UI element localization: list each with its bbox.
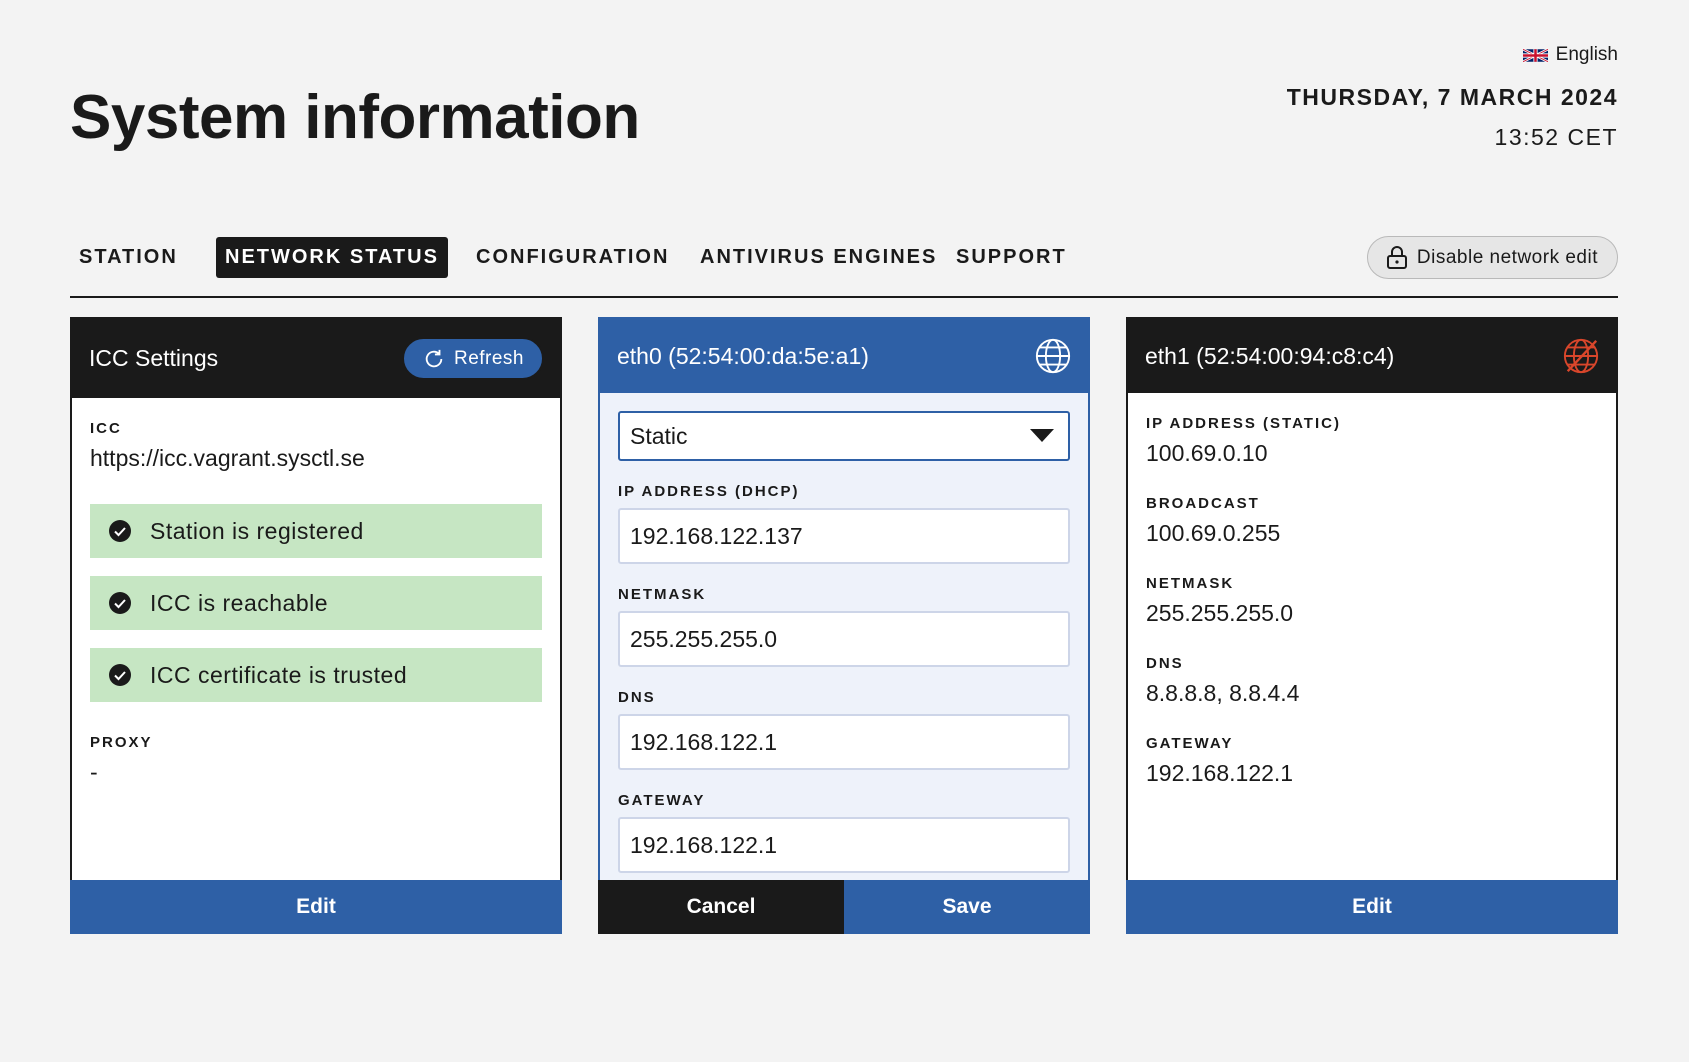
page-header: System information English THURSDAY, 7 M… <box>70 0 1618 200</box>
eth1-broadcast-value: 100.69.0.255 <box>1146 520 1281 546</box>
lock-open-icon <box>1386 245 1407 269</box>
check-circle-icon <box>109 592 131 614</box>
icc-card-body: ICC https://icc.vagrant.sysctl.se Statio… <box>72 398 560 786</box>
icc-label: ICC <box>90 420 122 437</box>
eth1-ip-value: 100.69.0.10 <box>1146 440 1268 466</box>
check-circle-icon <box>109 520 131 542</box>
eth1-card: eth1 (52:54:00:94:c8:c4) IP ADDRESS (STA… <box>1126 317 1618 934</box>
chevron-down-icon <box>1030 429 1054 442</box>
eth0-dns-input[interactable] <box>618 714 1070 770</box>
eth1-netmask-block: NETMASK 255.255.255.0 <box>1146 575 1598 627</box>
proxy-value: - <box>90 759 98 785</box>
eth0-card-footer: Cancel Save <box>598 880 1090 934</box>
eth1-gateway-block: GATEWAY 192.168.122.1 <box>1146 735 1598 787</box>
eth0-netmask-input[interactable] <box>618 611 1070 667</box>
save-button[interactable]: Save <box>844 880 1090 934</box>
cancel-button[interactable]: Cancel <box>598 880 844 934</box>
icc-card-header: ICC Settings Refresh <box>72 319 560 398</box>
eth1-dns-value: 8.8.8.8, 8.8.4.4 <box>1146 680 1300 706</box>
proxy-label: PROXY <box>90 734 153 751</box>
refresh-icon <box>425 349 443 367</box>
eth0-card-title: eth0 (52:54:00:da:5e:a1) <box>617 342 869 369</box>
disable-network-edit-label: Disable network edit <box>1416 246 1598 268</box>
eth0-ip-input[interactable] <box>618 508 1070 564</box>
eth0-card: eth0 (52:54:00:da:5e:a1) Static IP ADDRE… <box>598 317 1090 934</box>
check-circle-icon <box>109 664 131 686</box>
eth1-broadcast-block: BROADCAST 100.69.0.255 <box>1146 495 1598 547</box>
eth1-dns-block: DNS 8.8.8.8, 8.8.4.4 <box>1146 655 1598 707</box>
tab-station[interactable]: STATION <box>70 237 187 278</box>
globe-icon <box>1035 338 1071 374</box>
status-text: ICC certificate is trusted <box>150 661 408 688</box>
status-registered: Station is registered <box>90 504 542 558</box>
disable-network-edit-button[interactable]: Disable network edit <box>1366 236 1618 279</box>
icc-url: https://icc.vagrant.sysctl.se <box>90 445 365 471</box>
status-text: ICC is reachable <box>150 589 329 616</box>
eth1-card-body: IP ADDRESS (STATIC) 100.69.0.10 BROADCAS… <box>1128 393 1616 787</box>
eth1-gateway-label: GATEWAY <box>1146 735 1234 752</box>
tab-network-status[interactable]: NETWORK STATUS <box>216 237 448 278</box>
eth1-gateway-value: 192.168.122.1 <box>1146 760 1294 786</box>
icc-settings-card: ICC Settings Refresh ICC https://icc.vag… <box>70 317 562 934</box>
eth1-edit-button[interactable]: Edit <box>1126 880 1618 934</box>
eth0-card-header: eth0 (52:54:00:da:5e:a1) <box>600 319 1088 393</box>
refresh-label: Refresh <box>453 347 524 369</box>
icc-card-title: ICC Settings <box>89 345 219 371</box>
eth1-ip-label: IP ADDRESS (STATIC) <box>1146 415 1341 432</box>
eth1-card-title: eth1 (52:54:00:94:c8:c4) <box>1145 342 1395 369</box>
tab-support[interactable]: SUPPORT <box>947 237 1076 278</box>
eth1-card-footer: Edit <box>1126 880 1618 934</box>
eth0-gateway-input[interactable] <box>618 817 1070 873</box>
eth0-ip-label: IP ADDRESS (DHCP) <box>618 483 800 500</box>
eth0-dns-label: DNS <box>618 689 656 706</box>
eth1-netmask-label: NETMASK <box>1146 575 1235 592</box>
page-title: System information <box>70 83 640 152</box>
uk-flag-icon <box>1522 47 1548 63</box>
eth1-netmask-value: 255.255.255.0 <box>1146 600 1294 626</box>
ip-mode-select[interactable]: Static <box>618 411 1070 461</box>
ip-mode-value: Static <box>630 422 688 449</box>
globe-disconnected-icon <box>1563 338 1599 374</box>
eth0-gateway-label: GATEWAY <box>618 792 706 809</box>
tab-antivirus-engines[interactable]: ANTIVIRUS ENGINES <box>691 237 946 278</box>
language-label: English <box>1555 44 1618 65</box>
tab-configuration[interactable]: CONFIGURATION <box>467 237 678 278</box>
tab-bar: STATION NETWORK STATUS CONFIGURATION ANT… <box>70 236 1618 298</box>
eth1-dns-label: DNS <box>1146 655 1184 672</box>
current-time: 13:52 CET <box>1494 124 1618 150</box>
status-text: Station is registered <box>150 517 364 544</box>
icc-card-footer: Edit <box>70 880 562 934</box>
language-selector[interactable]: English <box>1522 44 1618 66</box>
status-certificate-trusted: ICC certificate is trusted <box>90 648 542 702</box>
current-date: THURSDAY, 7 MARCH 2024 <box>1286 84 1618 110</box>
eth1-broadcast-label: BROADCAST <box>1146 495 1260 512</box>
eth1-ip-block: IP ADDRESS (STATIC) 100.69.0.10 <box>1146 415 1598 467</box>
refresh-button[interactable]: Refresh <box>401 337 544 380</box>
status-reachable: ICC is reachable <box>90 576 542 630</box>
eth0-netmask-label: NETMASK <box>618 586 707 603</box>
icc-edit-button[interactable]: Edit <box>70 880 562 934</box>
eth0-card-body: Static IP ADDRESS (DHCP) NETMASK DNS GAT… <box>600 393 1088 873</box>
eth1-card-header: eth1 (52:54:00:94:c8:c4) <box>1128 319 1616 393</box>
